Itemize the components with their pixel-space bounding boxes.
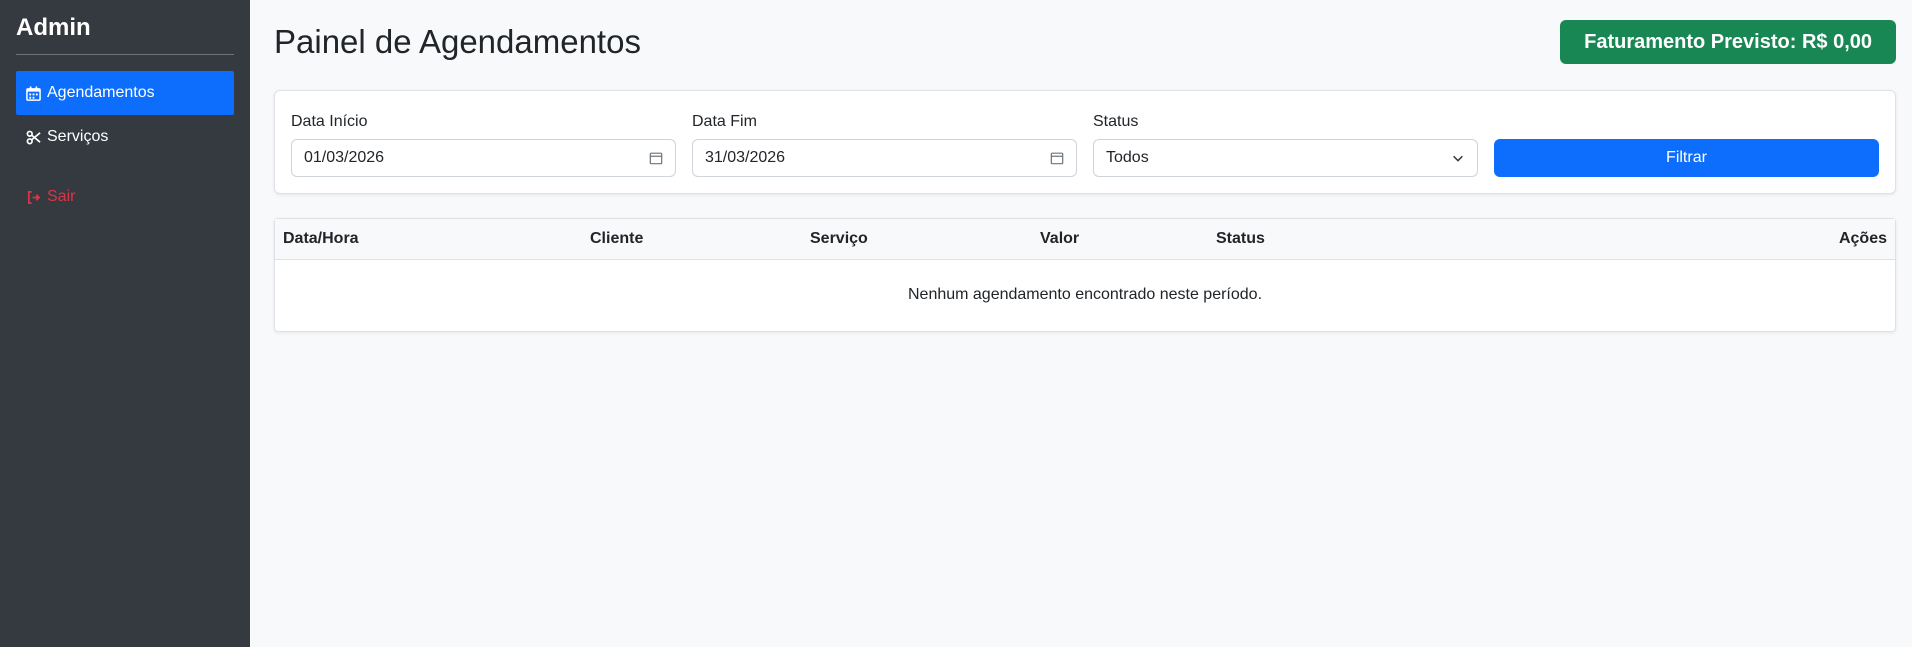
app-root: Admin Agendamentos Serviços Sair Painel … xyxy=(0,0,1912,647)
start-date-value: 01/03/2026 xyxy=(304,149,385,166)
filter-button[interactable]: Filtrar xyxy=(1494,139,1879,177)
sidebar-item-agendamentos[interactable]: Agendamentos xyxy=(16,71,234,115)
sidebar: Admin Agendamentos Serviços Sair xyxy=(0,0,250,647)
end-date-group: Data Fim 31/03/2026 xyxy=(692,113,1077,193)
empty-row: Nenhum agendamento encontrado neste perí… xyxy=(275,259,1895,331)
revenue-badge: Faturamento Previsto: R$ 0,00 xyxy=(1560,20,1896,64)
scissors-icon xyxy=(26,130,41,144)
page-header: Painel de Agendamentos Faturamento Previ… xyxy=(274,20,1896,64)
col-servico: Serviço xyxy=(802,219,1032,260)
page-title: Painel de Agendamentos xyxy=(274,23,641,60)
col-cliente: Cliente xyxy=(582,219,802,260)
col-data-hora: Data/Hora xyxy=(275,219,582,260)
end-date-label: Data Fim xyxy=(692,113,757,130)
start-date-input[interactable]: 01/03/2026 xyxy=(291,139,676,177)
col-valor: Valor xyxy=(1032,219,1208,260)
table-header-row: Data/Hora Cliente Serviço Valor Status A… xyxy=(275,219,1895,260)
sign-out-icon xyxy=(27,190,41,204)
start-date-group: Data Início 01/03/2026 xyxy=(291,113,676,193)
logout-label: Sair xyxy=(47,188,76,205)
chevron-down-icon xyxy=(1453,155,1463,162)
empty-message: Nenhum agendamento encontrado neste perí… xyxy=(907,286,1263,304)
sidebar-brand: Admin xyxy=(16,12,234,55)
status-select[interactable]: Todos xyxy=(1093,139,1478,177)
end-date-value: 31/03/2026 xyxy=(705,149,786,166)
sidebar-item-label: Agendamentos xyxy=(47,84,155,101)
status-selected-value: Todos xyxy=(1106,149,1149,166)
logout-link[interactable]: Sair xyxy=(16,175,234,219)
end-date-input[interactable]: 31/03/2026 xyxy=(692,139,1077,177)
appointments-table-card: Data/Hora Cliente Serviço Valor Status A… xyxy=(274,218,1896,332)
col-acoes: Ações xyxy=(1553,219,1895,260)
calendar-picker-icon[interactable] xyxy=(649,151,663,165)
main-content: Painel de Agendamentos Faturamento Previ… xyxy=(250,0,1912,647)
calendar-picker-icon[interactable] xyxy=(1050,151,1064,165)
appointments-table: Data/Hora Cliente Serviço Valor Status A… xyxy=(275,219,1895,331)
sidebar-item-label: Serviços xyxy=(47,128,109,145)
calendar-icon xyxy=(26,85,41,101)
sidebar-item-servicos[interactable]: Serviços xyxy=(16,115,234,159)
col-status: Status xyxy=(1208,219,1554,260)
filter-card: Data Início 01/03/2026 Data Fim 31/03/20… xyxy=(274,90,1896,194)
status-group: Status Todos xyxy=(1093,113,1478,193)
status-label: Status xyxy=(1093,113,1139,130)
start-date-label: Data Início xyxy=(291,113,368,130)
